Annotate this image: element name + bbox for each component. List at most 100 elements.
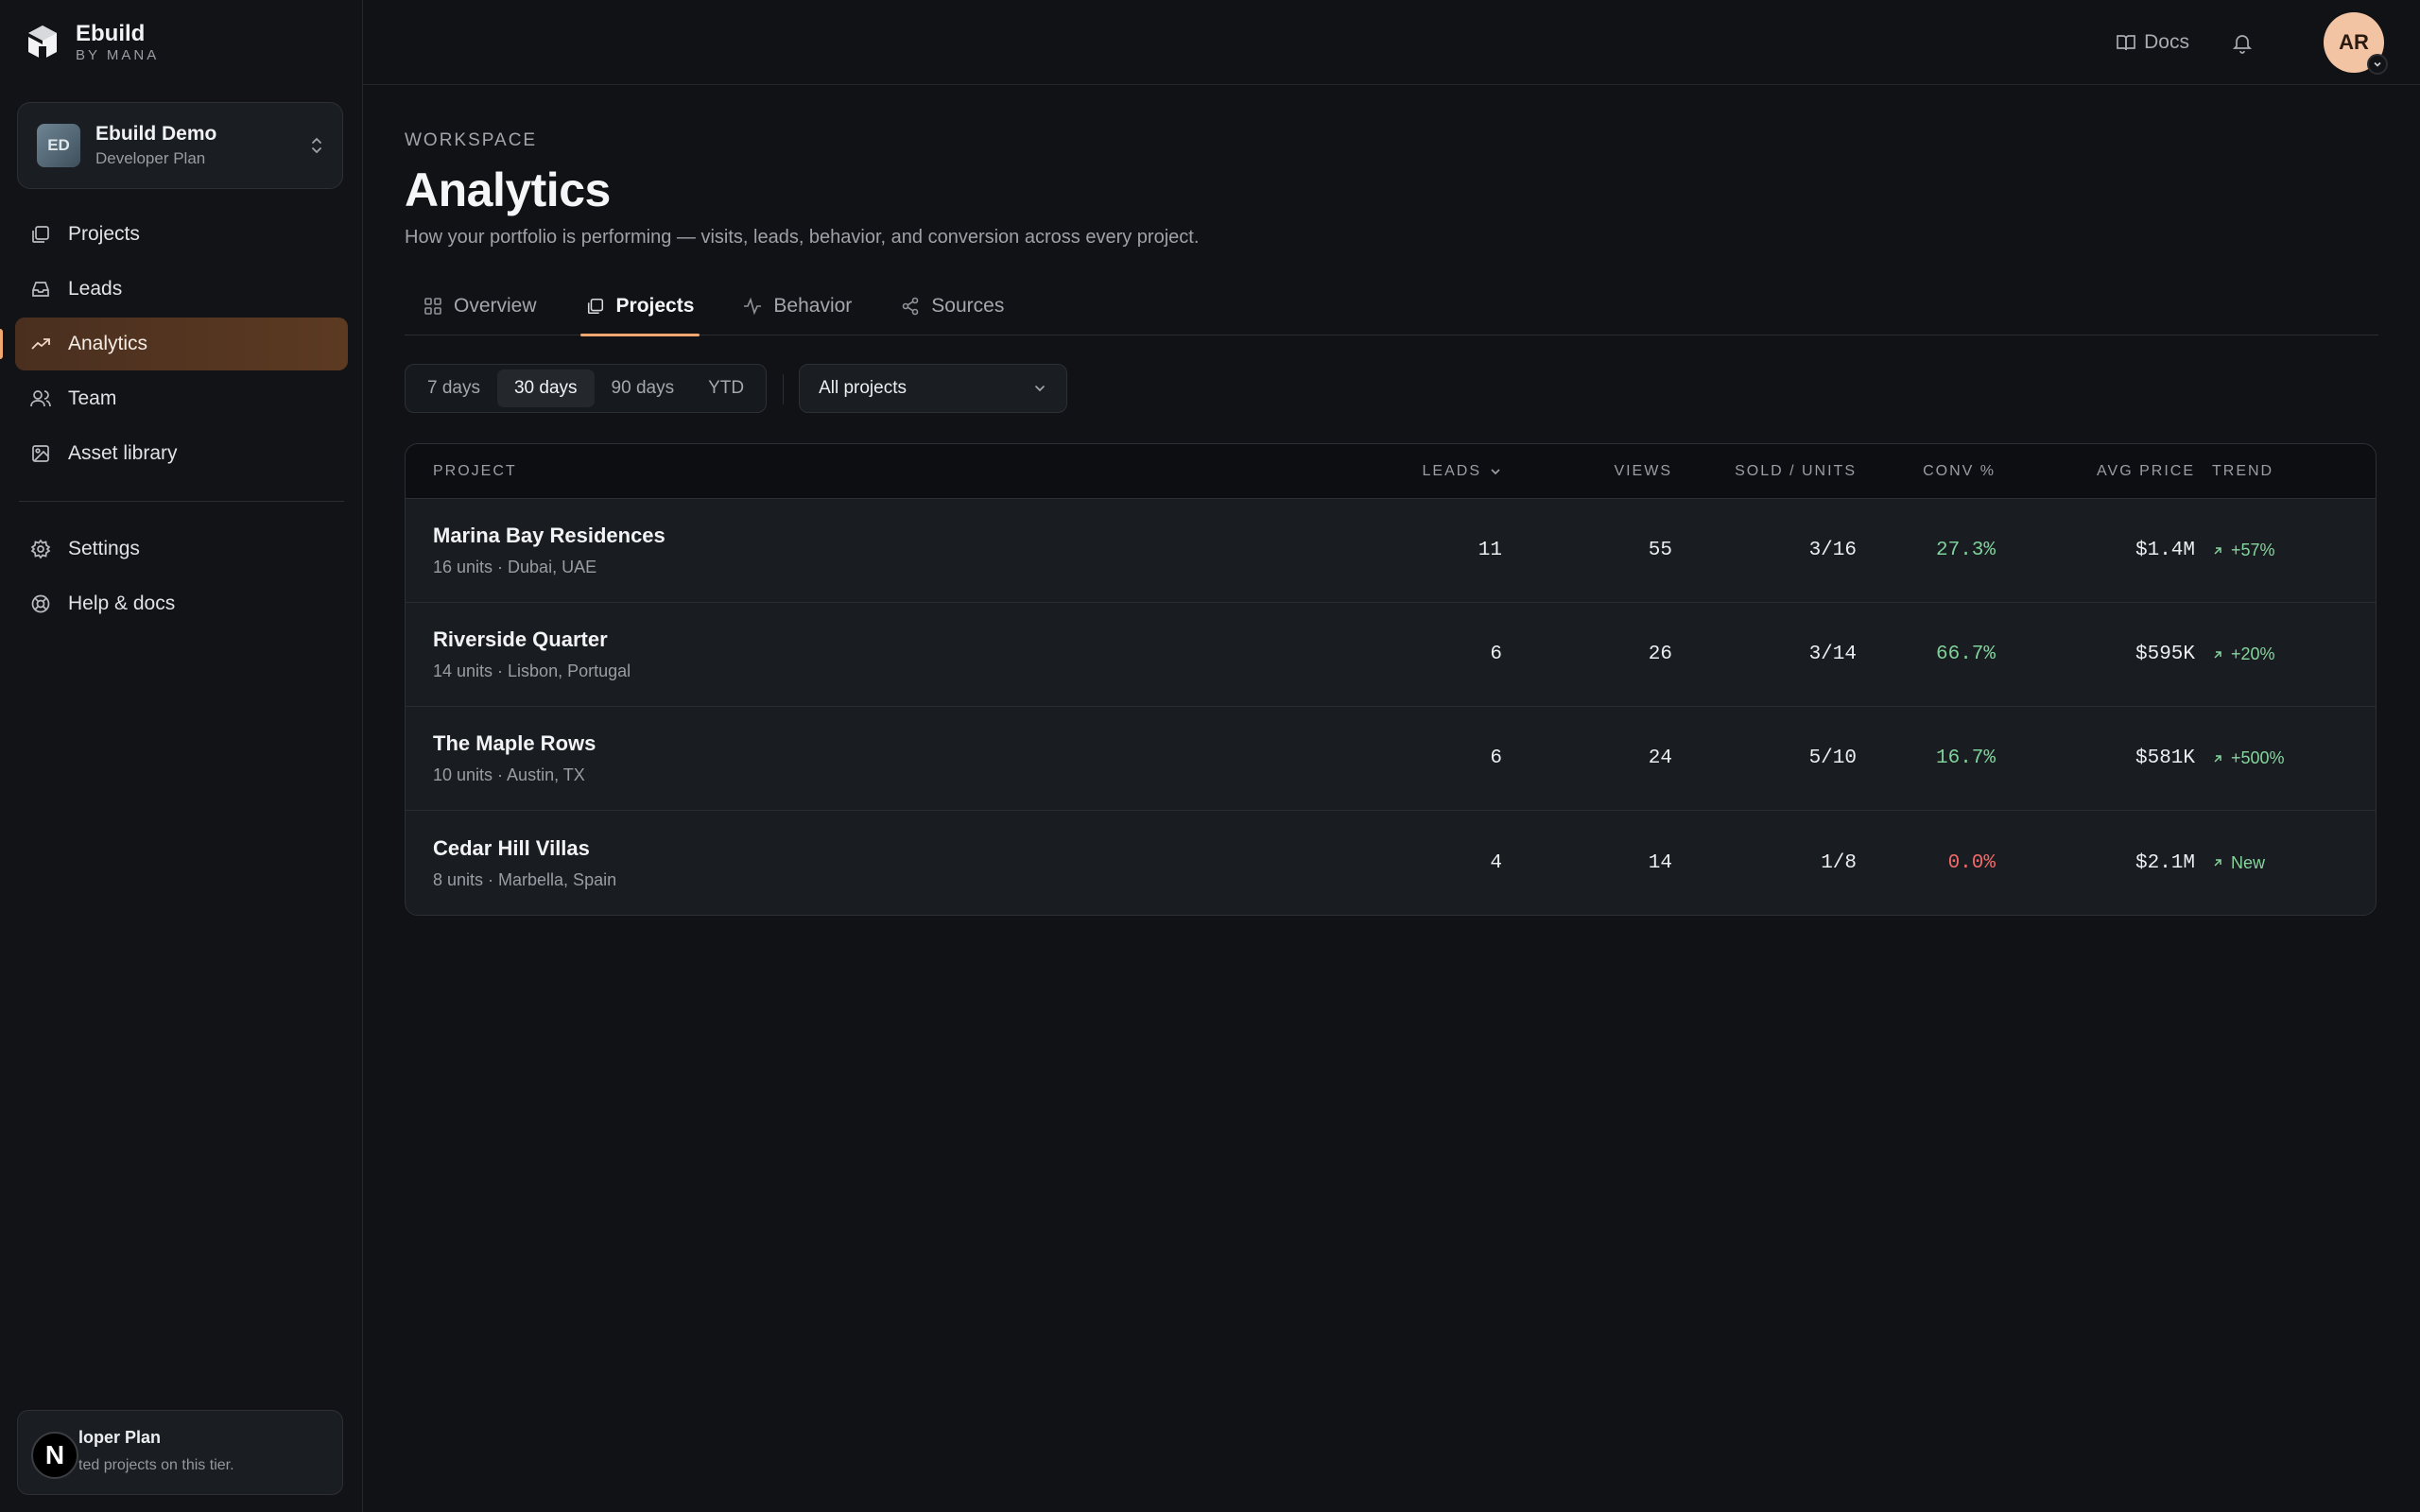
project-select-value: All projects [819,378,907,398]
tab-behavior[interactable]: Behavior [743,277,852,335]
table-row[interactable]: Cedar Hill Villas 8 units · Marbella, Sp… [406,811,2376,915]
docs-link[interactable]: Docs [2116,31,2189,54]
arrow-up-right-icon [2214,546,2221,555]
share-icon [902,297,919,316]
project-select[interactable]: All projects [783,364,1068,413]
sidebar-item-team[interactable]: Team [15,372,348,425]
sidebar-item-label: Help & docs [68,593,176,614]
trend-cell: New [2195,853,2375,873]
views-value: 26 [1648,644,1672,665]
main-content: Docs AR WORKSPACE Analytics How your por… [363,0,2420,1512]
conv-value: 66.7% [1935,644,1996,665]
cube-logo-icon [28,26,57,60]
range-7-days[interactable]: 7 days [410,369,497,407]
nav-divider [19,501,344,502]
project-meta: 10 units · Austin, TX [433,765,585,784]
brand-subtitle: BY MANA [76,47,160,63]
project-name: The Maple Rows [433,731,596,755]
topbar: Docs AR [363,0,2420,85]
project-name: Cedar Hill Villas [433,835,590,860]
plan-description: ted projects on this tier. [78,1457,234,1473]
chevron-down-icon [2367,53,2388,75]
lifebuoy-icon [31,594,50,613]
avg-price-value: $2.1M [2135,851,2195,874]
brand[interactable]: Ebuild BY MANA [0,0,362,85]
header-leads-label: LEADS [1422,462,1481,479]
date-range-selector: 7 days 30 days 90 days YTD [405,364,768,413]
table-row[interactable]: Marina Bay Residences 16 units · Dubai, … [406,499,2376,603]
user-avatar[interactable]: AR [2324,11,2388,75]
workspace-avatar: ED [37,124,80,167]
n-badge-icon[interactable]: N [31,1432,78,1479]
workspace-switcher[interactable]: ED Ebuild Demo Developer Plan [17,102,343,189]
analytics-page: WORKSPACE Analytics How your portfolio i… [363,85,2420,916]
project-cell: The Maple Rows 10 units · Austin, TX [406,731,1351,785]
range-30-days[interactable]: 30 days [496,369,595,407]
views-value: 55 [1648,540,1672,561]
range-90-days[interactable]: 90 days [595,369,692,407]
tab-projects[interactable]: Projects [579,277,700,336]
projects-icon [32,226,49,243]
sold-units-value: 3/16 [1808,540,1857,561]
tab-label: Behavior [773,295,853,317]
tab-sources[interactable]: Sources [901,277,1004,335]
sort-desc-icon [1491,468,1500,474]
conv-value: 0.0% [1947,851,1996,874]
tab-label: Overview [454,295,537,317]
views-value: 14 [1648,851,1672,874]
header-sold-units[interactable]: SOLD / UNITS [1672,463,1857,480]
trend-value: +500% [2231,748,2285,767]
page-description: How your portfolio is performing — visit… [405,227,1200,248]
projects-icon [587,298,603,315]
app-root: Ebuild BY MANA ED Ebuild Demo Developer … [0,0,2420,1512]
table-row[interactable]: Riverside Quarter 14 units · Lisbon, Por… [406,603,2376,707]
sidebar-nav: Projects Leads Analytics Team Asset libr… [0,208,363,632]
sold-units-value: 3/14 [1808,644,1857,665]
book-icon [2117,34,2135,50]
header-conv[interactable]: CONV % [1857,463,1996,480]
table-row[interactable]: The Maple Rows 10 units · Austin, TX 6 2… [406,707,2376,811]
sidebar-item-settings[interactable]: Settings [15,523,348,576]
trend-value: +57% [2231,541,2275,559]
arrow-up-right-icon [2214,650,2221,659]
sidebar-item-asset-library[interactable]: Asset library [15,427,348,480]
gear-icon [30,539,51,559]
grid-icon [424,298,441,315]
avatar-initials: AR [2339,29,2369,54]
project-cell: Cedar Hill Villas 8 units · Marbella, Sp… [406,836,1351,890]
sold-units-value: 5/10 [1808,747,1857,769]
sidebar-item-label: Team [68,387,117,409]
projects-table: PROJECT LEADS VIEWS SOLD / UNITS CONV % … [405,443,2377,916]
workspace-name: Ebuild Demo [95,123,217,145]
project-meta: 8 units · Marbella, Spain [433,869,617,889]
sidebar-item-leads[interactable]: Leads [15,263,348,316]
brand-name: Ebuild [76,21,146,46]
plan-title: loper Plan [78,1428,162,1447]
project-name: Marina Bay Residences [433,524,666,547]
image-icon [32,445,49,462]
sidebar-item-label: Analytics [68,333,148,354]
bell-icon[interactable] [2231,31,2254,54]
chevron-down-icon [1035,386,1045,392]
trend-value: New [2231,852,2266,872]
arrow-up-right-icon [2214,859,2221,867]
views-value: 24 [1648,747,1672,769]
header-trend[interactable]: TREND [2195,463,2375,480]
sidebar-item-help[interactable]: Help & docs [15,577,348,630]
plan-card[interactable]: N loper Plan ted projects on this tier. [17,1410,343,1495]
inbox-icon [32,282,49,297]
sidebar-item-projects[interactable]: Projects [15,208,348,261]
activity-icon [744,297,762,316]
project-meta: 16 units · Dubai, UAE [433,558,597,576]
sidebar-item-label: Leads [68,278,123,300]
sidebar-item-label: Projects [68,223,140,245]
header-avg-price[interactable]: AVG PRICE [1996,463,2195,480]
header-project[interactable]: PROJECT [406,463,1351,480]
arrow-up-right-icon [2214,754,2221,763]
header-views[interactable]: VIEWS [1502,463,1672,480]
header-leads[interactable]: LEADS [1351,463,1502,480]
conv-value: 16.7% [1935,747,1996,769]
tab-overview[interactable]: Overview [424,277,537,335]
range-ytd[interactable]: YTD [691,369,761,407]
sidebar-item-analytics[interactable]: Analytics [0,318,348,370]
